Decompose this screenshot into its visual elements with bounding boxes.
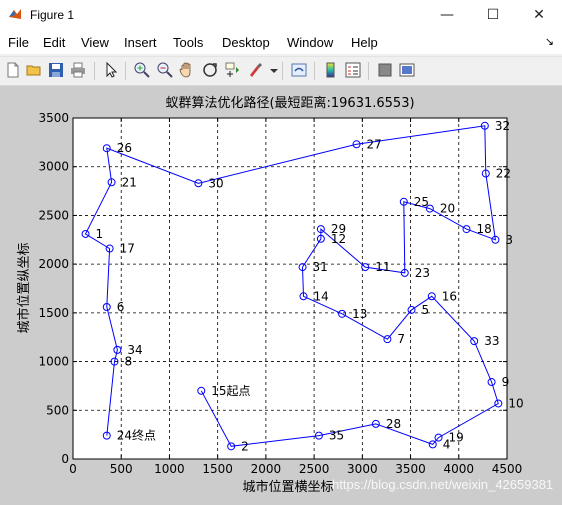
toolbar-separator bbox=[314, 62, 315, 80]
brush-dropdown-arrow-icon[interactable] bbox=[265, 61, 283, 79]
city-label: 17 bbox=[120, 242, 135, 256]
y-tick-label: 2500 bbox=[38, 208, 69, 222]
menu-dock-arrow-icon[interactable]: ↘ bbox=[545, 35, 554, 48]
menu-desktop[interactable]: Desktop bbox=[222, 35, 270, 50]
x-tick-label: 500 bbox=[110, 462, 133, 476]
y-tick-label: 1500 bbox=[38, 306, 69, 320]
toolbar-separator bbox=[282, 62, 283, 80]
route-plot[interactable]: 0 500 1000 1500 2000 2500 3000 3500 4000 4500 0 500… bbox=[0, 86, 562, 505]
print-icon[interactable] bbox=[69, 61, 87, 79]
x-tick-label: 3500 bbox=[395, 462, 426, 476]
menu-edit[interactable]: Edit bbox=[43, 35, 65, 50]
x-tick-label: 0 bbox=[69, 462, 77, 476]
colorbar-icon[interactable] bbox=[322, 61, 340, 79]
x-tick-label: 4500 bbox=[492, 462, 523, 476]
toolbar-separator bbox=[94, 62, 95, 80]
city-label: 24终点 bbox=[117, 428, 156, 443]
watermark-url: https://blog.csdn.net/weixin_42659381 bbox=[332, 477, 554, 492]
city-label: 35 bbox=[329, 429, 344, 443]
x-tick-label: 2000 bbox=[251, 462, 282, 476]
city-label: 13 bbox=[352, 307, 367, 321]
menu-bar: File Edit View Insert Tools Desktop Wind… bbox=[0, 30, 562, 54]
city-label: 31 bbox=[313, 260, 328, 274]
x-tick-label: 3000 bbox=[347, 462, 378, 476]
city-label: 2 bbox=[241, 439, 249, 453]
rotate-3d-icon[interactable] bbox=[201, 61, 219, 79]
city-label: 18 bbox=[476, 222, 491, 236]
city-label: 29 bbox=[331, 222, 346, 236]
link-plot-icon[interactable] bbox=[290, 61, 308, 79]
menu-file[interactable]: File bbox=[8, 35, 29, 50]
brush-icon[interactable] bbox=[246, 61, 264, 79]
city-label: 19 bbox=[449, 431, 464, 445]
city-label: 5 bbox=[422, 303, 430, 317]
city-label: 10 bbox=[508, 396, 523, 410]
city-label: 27 bbox=[367, 137, 382, 151]
city-label: 33 bbox=[484, 334, 499, 348]
figure-canvas[interactable]: 0 500 1000 1500 2000 2500 3000 3500 4000 4500 0 500… bbox=[0, 86, 562, 505]
city-label: 32 bbox=[495, 119, 510, 133]
legend-icon[interactable] bbox=[344, 61, 362, 79]
city-label: 1 bbox=[96, 227, 104, 241]
city-label: 6 bbox=[117, 300, 125, 314]
menu-insert[interactable]: Insert bbox=[124, 35, 157, 50]
city-label: 30 bbox=[208, 176, 223, 190]
pan-hand-icon[interactable] bbox=[178, 61, 196, 79]
x-tick-label: 1500 bbox=[202, 462, 233, 476]
maximize-button[interactable]: ☐ bbox=[470, 0, 516, 30]
city-label: 21 bbox=[122, 175, 137, 189]
toolbar-separator bbox=[125, 62, 126, 80]
y-tick-label: 3000 bbox=[38, 160, 69, 174]
toolbar-separator bbox=[368, 62, 369, 80]
city-label: 7 bbox=[397, 332, 405, 346]
city-label: 34 bbox=[127, 343, 142, 357]
city-label: 16 bbox=[442, 289, 457, 303]
minimize-button[interactable]: — bbox=[424, 0, 470, 30]
y-tick-label: 500 bbox=[46, 403, 69, 417]
city-label: 28 bbox=[386, 417, 401, 431]
close-button[interactable]: ✕ bbox=[516, 0, 562, 30]
menu-help[interactable]: Help bbox=[351, 35, 378, 50]
title-bar: Figure 1 — ☐ ✕ bbox=[0, 0, 562, 30]
save-icon[interactable] bbox=[47, 61, 65, 79]
city-label: 3 bbox=[505, 233, 513, 247]
hide-plot-tools-icon[interactable] bbox=[376, 61, 394, 79]
menu-window[interactable]: Window bbox=[287, 35, 333, 50]
x-axis-label: 城市位置横坐标 bbox=[242, 479, 333, 495]
new-figure-icon[interactable] bbox=[4, 61, 22, 79]
show-plot-tools-icon[interactable] bbox=[398, 61, 416, 79]
menu-view[interactable]: View bbox=[81, 35, 109, 50]
city-label: 9 bbox=[502, 375, 510, 389]
y-tick-label: 1000 bbox=[38, 355, 69, 369]
city-label: 15起点 bbox=[211, 384, 250, 398]
zoom-out-icon[interactable] bbox=[156, 61, 174, 79]
menu-tools[interactable]: Tools bbox=[173, 35, 203, 50]
city-label: 23 bbox=[415, 266, 430, 280]
city-label: 25 bbox=[414, 195, 429, 209]
city-label: 11 bbox=[375, 260, 390, 274]
open-file-icon[interactable] bbox=[25, 61, 43, 79]
figure-toolbar bbox=[0, 56, 562, 86]
window-title: Figure 1 bbox=[30, 8, 75, 22]
city-label: 14 bbox=[314, 289, 329, 303]
x-tick-label: 4000 bbox=[444, 462, 475, 476]
y-tick-label: 2000 bbox=[38, 257, 69, 271]
city-label: 22 bbox=[496, 167, 511, 181]
zoom-in-icon[interactable] bbox=[133, 61, 151, 79]
x-tick-label: 2500 bbox=[299, 462, 330, 476]
y-axis-label: 城市位置纵坐标 bbox=[16, 242, 32, 333]
city-label: 20 bbox=[440, 202, 455, 216]
y-tick-label: 0 bbox=[61, 452, 69, 466]
city-label: 26 bbox=[117, 141, 132, 155]
select-arrow-icon[interactable] bbox=[102, 61, 120, 79]
data-cursor-icon[interactable] bbox=[224, 61, 242, 79]
y-tick-label: 3500 bbox=[38, 111, 69, 125]
matlab-logo-icon bbox=[9, 9, 21, 19]
chart-title: 蚁群算法优化路径(最短距离:19631.6553) bbox=[165, 95, 414, 111]
x-tick-label: 1000 bbox=[154, 462, 185, 476]
